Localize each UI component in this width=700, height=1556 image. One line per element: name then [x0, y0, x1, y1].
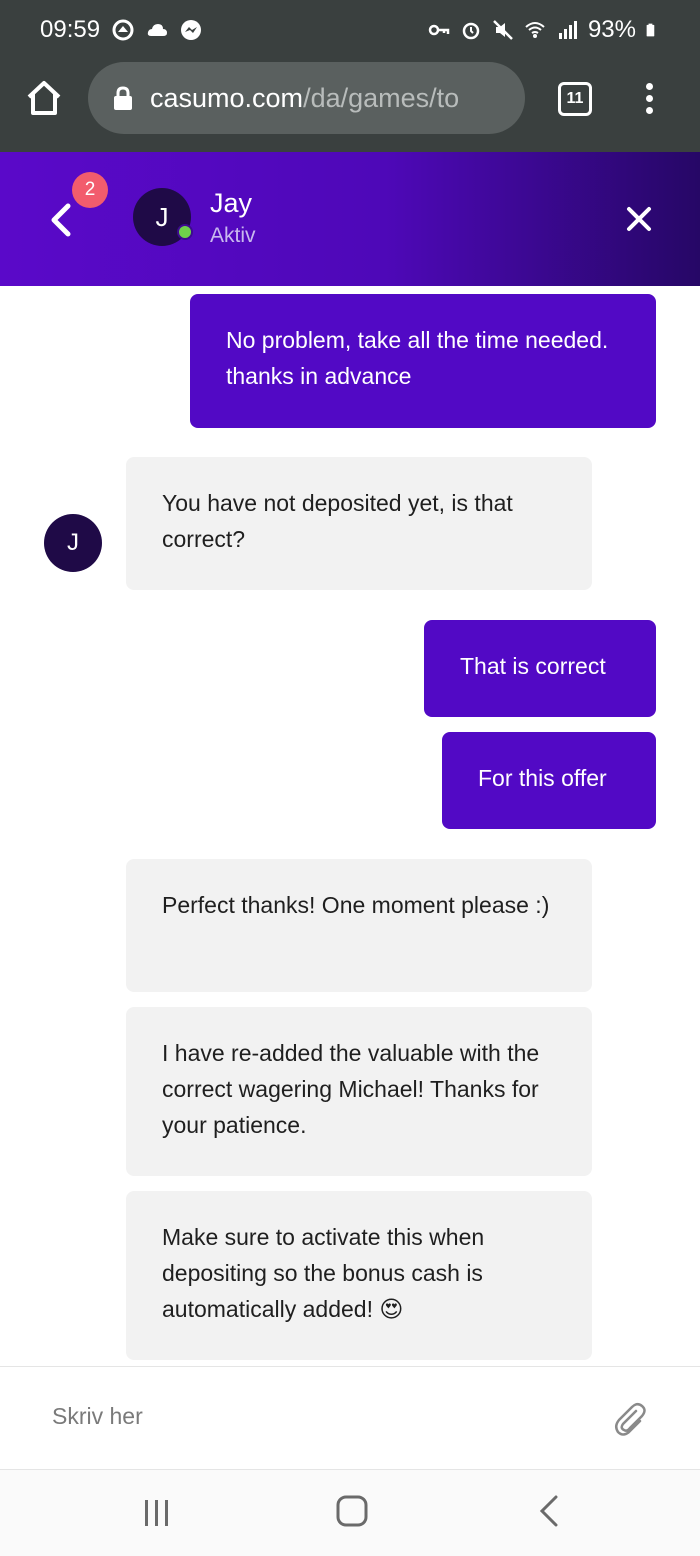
message-text: For this offer — [478, 765, 607, 791]
agent-status: Aktiv — [210, 224, 256, 247]
url-domain: casumo.com — [150, 82, 304, 113]
cell-signal-icon — [558, 21, 577, 39]
message-composer[interactable]: Skriv her — [0, 1366, 700, 1470]
online-indicator — [177, 224, 193, 240]
message-bubble-received: You have not deposited yet, is that corr… — [126, 457, 592, 590]
close-icon[interactable] — [624, 204, 654, 234]
status-bar: 09:59 93% — [0, 0, 700, 60]
url-path: /da/games/to — [303, 82, 460, 113]
message-bubble-sent: For this offer — [442, 732, 656, 829]
system-navigation-bar — [0, 1470, 700, 1556]
message-bubble-received: Perfect thanks! One moment please :) — [126, 859, 592, 992]
status-time: 09:59 — [40, 16, 101, 43]
back-button-icon[interactable] — [538, 1494, 560, 1528]
mute-icon — [493, 20, 513, 40]
alarm-icon — [462, 22, 480, 40]
message-bubble-received: I have re-added the valuable with the co… — [126, 1007, 592, 1176]
message-text: You have not deposited yet, is that corr… — [162, 490, 513, 552]
url-text: casumo.com/da/games/to — [150, 83, 459, 114]
key-icon — [428, 24, 450, 36]
agent-name: Jay — [210, 188, 253, 218]
paperclip-icon[interactable] — [612, 1401, 648, 1439]
message-bubble-sent: That is correct — [424, 620, 656, 717]
avatar: J — [44, 514, 102, 572]
chat-header: 2 J Jay Aktiv — [0, 152, 700, 286]
cloud-icon — [147, 24, 168, 36]
messenger-icon — [181, 20, 202, 40]
message-text: Perfect thanks! One moment please :) — [162, 892, 550, 918]
message-text: No problem, take all the time needed. th… — [226, 327, 609, 389]
more-menu-icon[interactable] — [640, 80, 658, 120]
message-bubble-received: Make sure to activate this when depositi… — [126, 1191, 592, 1360]
message-list[interactable]: No problem, take all the time needed. th… — [0, 286, 700, 1366]
message-text: Make sure to activate this when depositi… — [162, 1224, 485, 1322]
battery-percent: 93% — [587, 16, 636, 43]
browser-toolbar: casumo.com/da/games/to 11 — [0, 60, 700, 152]
lock-icon — [114, 86, 132, 110]
home-button-icon[interactable] — [335, 1494, 369, 1528]
tab-switcher-button[interactable]: 11 — [558, 82, 592, 116]
unread-badge: 2 — [72, 172, 108, 208]
recent-apps-icon[interactable] — [142, 1498, 172, 1528]
message-text: That is correct — [460, 653, 606, 679]
message-bubble-sent: No problem, take all the time needed. th… — [190, 294, 656, 428]
battery-icon — [646, 23, 655, 37]
message-text: I have re-added the valuable with the co… — [162, 1040, 540, 1138]
address-bar[interactable]: casumo.com/da/games/to — [88, 62, 525, 134]
home-icon[interactable] — [24, 78, 64, 118]
message-input[interactable]: Skriv her — [52, 1403, 143, 1430]
wifi-icon — [525, 22, 545, 38]
back-arrow-icon[interactable] — [46, 200, 76, 240]
signal-app-icon — [112, 19, 134, 41]
